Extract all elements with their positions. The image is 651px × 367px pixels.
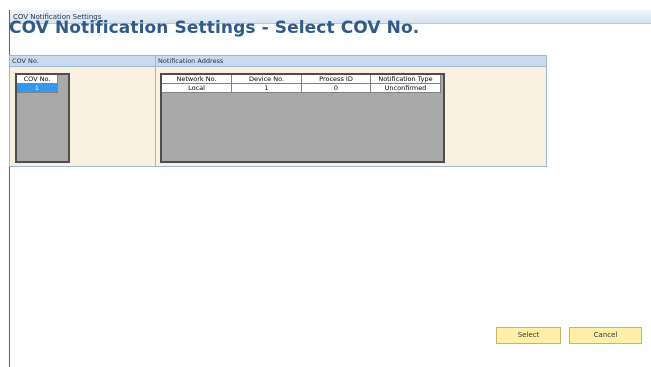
column-header-device-no[interactable]: Device No.: [232, 75, 302, 84]
cov-row-1[interactable]: 1: [17, 84, 58, 93]
column-header-process-id[interactable]: Process ID: [302, 75, 371, 84]
cov-number-list[interactable]: COV No. 1: [15, 73, 70, 163]
notification-address-table[interactable]: Network No. Device No. Process ID Notifi…: [160, 73, 445, 163]
table-cell-process-id[interactable]: 0: [302, 84, 371, 93]
select-button[interactable]: Select: [496, 327, 561, 344]
column-header-notification-type[interactable]: Notification Type: [371, 75, 441, 84]
cancel-button[interactable]: Cancel: [569, 327, 642, 344]
cov-column-header[interactable]: COV No.: [17, 75, 58, 84]
column-header-network-no[interactable]: Network No.: [162, 75, 232, 84]
page-title: COV Notification Settings - Select COV N…: [9, 18, 420, 38]
table-cell-device-no[interactable]: 1: [232, 84, 302, 93]
table-cell-notification-type[interactable]: Unconfirmed: [371, 84, 441, 93]
cov-panel-header: COV No.: [10, 56, 156, 67]
notification-address-panel: Notification Address Network No. Device …: [155, 55, 547, 167]
table-cell-network-no[interactable]: Local: [162, 84, 232, 93]
notification-panel-header: Notification Address: [156, 56, 546, 67]
cov-number-panel: COV No. COV No. 1: [9, 55, 157, 167]
